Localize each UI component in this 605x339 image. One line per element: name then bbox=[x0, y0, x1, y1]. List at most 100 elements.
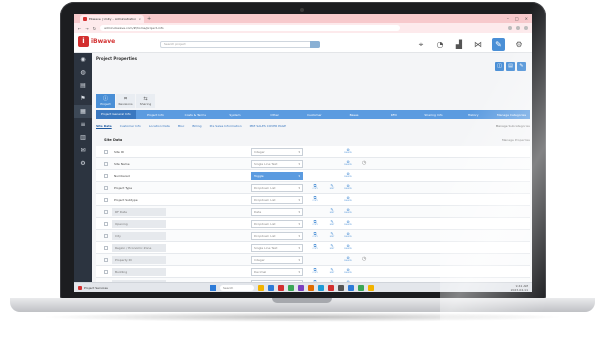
delete-button[interactable]: ⊗DELETE bbox=[343, 147, 353, 155]
delete-button[interactable]: ⊗DELETE bbox=[343, 219, 353, 227]
delete-button[interactable]: ⊗DELETE bbox=[343, 171, 353, 179]
copy-button[interactable]: ⧉COPY bbox=[310, 183, 320, 191]
row-checkbox[interactable] bbox=[104, 222, 108, 226]
clock-icon[interactable]: ◷ bbox=[362, 256, 366, 262]
category-tab[interactable]: History bbox=[453, 113, 493, 117]
row-checkbox[interactable] bbox=[104, 258, 108, 262]
gauge-icon[interactable]: ◔ bbox=[435, 40, 445, 50]
delete-button[interactable]: ⊗DELETE bbox=[343, 231, 353, 239]
category-tab[interactable]: Costs & Terms bbox=[175, 113, 215, 117]
wrench-icon[interactable]: ✎ bbox=[492, 38, 505, 51]
manage-subcategories-link[interactable]: Manage Subcategories bbox=[496, 124, 530, 128]
category-tab[interactable]: Sharing Info bbox=[414, 113, 454, 117]
flag-icon[interactable]: ⚑ bbox=[74, 92, 92, 105]
taskbar-search-input[interactable]: Search bbox=[220, 285, 254, 291]
close-window-button[interactable]: × bbox=[525, 15, 528, 23]
subcategory-tab[interactable]: Misc bbox=[178, 124, 185, 128]
system-clock[interactable]: 9:41 AM 2023-04-11 bbox=[511, 284, 528, 292]
taskbar-app-icon[interactable] bbox=[288, 285, 294, 291]
maximize-button[interactable]: □ bbox=[515, 15, 519, 23]
user-icon[interactable]: ◍ bbox=[74, 66, 92, 79]
row-checkbox[interactable] bbox=[104, 174, 108, 178]
taskbar-app-icon[interactable] bbox=[298, 285, 304, 291]
delete-button[interactable]: ⊗DELETE bbox=[343, 267, 353, 275]
property-type-select[interactable]: Integer ▾ bbox=[251, 148, 303, 156]
taskbar-app-icon[interactable] bbox=[368, 285, 374, 291]
subcategory-tab[interactable]: PRE SALES COVER PAGE bbox=[250, 124, 286, 128]
taskbar-app-icon[interactable] bbox=[258, 285, 264, 291]
minimize-button[interactable]: – bbox=[507, 15, 509, 23]
copy-button[interactable]: ⧉COPY bbox=[310, 243, 320, 251]
extension-icon[interactable] bbox=[516, 26, 520, 30]
delete-button[interactable]: ⊗DELETE bbox=[343, 159, 353, 167]
row-checkbox[interactable] bbox=[104, 234, 108, 238]
profile-icon[interactable] bbox=[524, 26, 528, 30]
row-checkbox[interactable] bbox=[104, 270, 108, 274]
category-tab[interactable]: Other bbox=[255, 113, 295, 117]
tab-close-icon[interactable]: × bbox=[138, 17, 141, 21]
manage-categories-link[interactable]: Manage Categories bbox=[493, 113, 530, 117]
taskbar-app-icon[interactable] bbox=[348, 285, 354, 291]
mode-tab-project[interactable]: ⓘ Project bbox=[96, 94, 115, 108]
delete-button[interactable]: ⊗DELETE bbox=[343, 255, 353, 263]
category-tab[interactable]: Project Info bbox=[136, 113, 176, 117]
taskbar-app-icon[interactable] bbox=[338, 285, 344, 291]
property-type-select[interactable]: Integer ▾ bbox=[251, 256, 303, 264]
delete-button[interactable]: ⊗DELETE bbox=[343, 207, 353, 215]
property-type-select[interactable]: Toggle ▾ bbox=[251, 172, 303, 180]
property-type-select[interactable]: Single Line Text ▾ bbox=[251, 244, 303, 252]
taskbar-app-icon[interactable] bbox=[308, 285, 314, 291]
delete-button[interactable]: ⊗DELETE bbox=[343, 195, 353, 203]
folder-icon[interactable]: ▥ bbox=[74, 131, 92, 144]
row-checkbox[interactable] bbox=[104, 162, 108, 166]
property-type-select[interactable]: Date ▾ bbox=[251, 208, 303, 216]
subcategory-tab[interactable]: Location Data bbox=[149, 124, 170, 128]
taskbar-app[interactable]: Project Services bbox=[78, 285, 108, 290]
copy-button[interactable]: ⧉COPY bbox=[310, 267, 320, 275]
reload-button[interactable]: ↻ bbox=[93, 26, 96, 31]
mail-icon[interactable]: ✉ bbox=[74, 144, 92, 157]
edit-button[interactable]: ✎EDIT bbox=[327, 219, 337, 227]
property-type-select[interactable]: Dropdown List ▾ bbox=[251, 232, 303, 240]
delete-button[interactable]: ⊗DELETE bbox=[343, 243, 353, 251]
taskbar-app-icon[interactable] bbox=[328, 285, 334, 291]
network-icon[interactable]: ⋈ bbox=[473, 40, 483, 50]
delete-button[interactable]: ⊗DELETE bbox=[343, 183, 353, 191]
category-tab[interactable]: System bbox=[215, 113, 255, 117]
building-icon[interactable]: ▦ bbox=[74, 105, 92, 118]
category-tab[interactable]: Customer bbox=[295, 113, 335, 117]
taskbar-app-icon[interactable] bbox=[358, 285, 364, 291]
copy-button[interactable]: ⧉COPY bbox=[310, 231, 320, 239]
search-button[interactable] bbox=[310, 41, 320, 48]
url-input[interactable]: admin.ibwave.com/#/home/project-info bbox=[100, 25, 401, 31]
row-checkbox[interactable] bbox=[104, 186, 108, 190]
row-checkbox[interactable] bbox=[104, 210, 108, 214]
brand-logo[interactable]: i iBwave bbox=[78, 36, 115, 47]
copy-button[interactable]: ⧉COPY bbox=[310, 219, 320, 227]
taskbar-app-icon[interactable] bbox=[318, 285, 324, 291]
manage-properties-link[interactable]: Manage Properties bbox=[502, 138, 530, 142]
list-icon[interactable]: ≡ bbox=[74, 118, 92, 131]
chart-icon[interactable]: ▟ bbox=[454, 40, 464, 50]
back-button[interactable]: ← bbox=[78, 26, 81, 31]
row-checkbox[interactable] bbox=[104, 198, 108, 202]
edit-button[interactable]: ✎EDIT bbox=[327, 183, 337, 191]
category-tab[interactable]: Bases bbox=[334, 113, 374, 117]
property-type-select[interactable]: Decimal ▾ bbox=[251, 268, 303, 276]
view-button[interactable]: ◫ bbox=[495, 62, 504, 71]
subcategory-tab[interactable]: Site Data bbox=[96, 124, 112, 128]
taskbar-app-icon[interactable] bbox=[268, 285, 274, 291]
mode-tab-revisions[interactable]: ⌗ Revisions bbox=[116, 94, 135, 108]
taskbar-app-icon[interactable] bbox=[278, 285, 284, 291]
category-tab[interactable]: RFD bbox=[374, 113, 414, 117]
property-type-select[interactable]: Single Line Text ▾ bbox=[251, 160, 303, 168]
subcategory-tab[interactable]: Billing bbox=[192, 124, 201, 128]
edit-button[interactable]: ✎EDIT bbox=[327, 267, 337, 275]
edit-button[interactable]: ✎EDIT bbox=[327, 243, 337, 251]
row-checkbox[interactable] bbox=[104, 150, 108, 154]
windows-start-icon[interactable] bbox=[210, 285, 216, 291]
property-type-select[interactable]: Dropdown List ▾ bbox=[251, 220, 303, 228]
mode-tab-sharing[interactable]: ⇆ Sharing bbox=[136, 94, 155, 108]
settings-icon[interactable]: ⚙ bbox=[74, 157, 92, 170]
browser-tab[interactable]: Ebwave | Unity – Administration × bbox=[80, 15, 144, 23]
